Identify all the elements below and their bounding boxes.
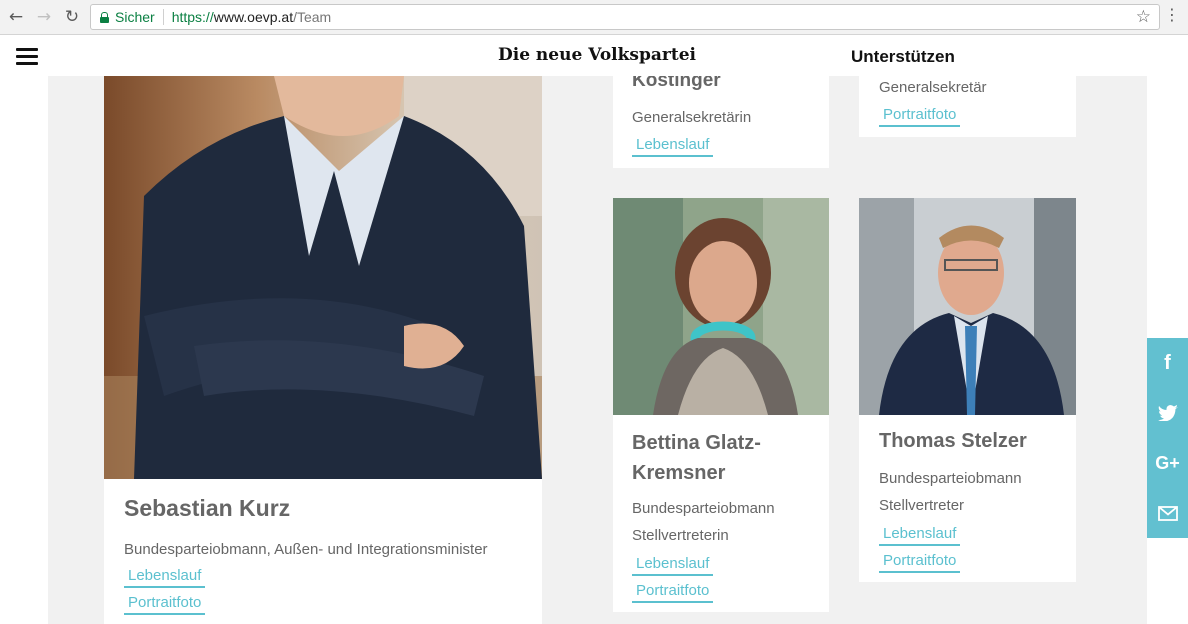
bookmark-star-icon[interactable]: ☆ (1136, 7, 1151, 27)
facebook-icon[interactable]: f (1147, 338, 1188, 388)
share-bar: f G+ (1147, 338, 1188, 538)
portrait-photo-stelzer (859, 198, 1076, 415)
member-name-line1: Bettina Glatz- (632, 432, 761, 454)
url-scheme: https:// (171, 9, 214, 25)
member-name: Sebastian Kurz (124, 495, 291, 521)
twitter-icon[interactable] (1147, 388, 1188, 438)
member-name-line2: Kremsner (632, 462, 726, 484)
member-name: Bettina Glatz- Kremsner (632, 428, 761, 488)
portrait-photo-link[interactable]: Portraitfoto (879, 551, 961, 573)
google-plus-icon[interactable]: G+ (1147, 438, 1188, 488)
browser-menu-icon[interactable]: ⋮ (1164, 7, 1180, 23)
reload-button[interactable]: ↻ (61, 6, 83, 28)
url-host: www.oevp.at (213, 9, 294, 25)
member-role-line1: Bundesparteiobmann (879, 470, 1022, 487)
url-path: /Team (293, 9, 332, 25)
site-header: Die neue Volkspartei Unterstützen (0, 36, 1188, 76)
member-role: Bundesparteiobmann Stellvertreter (879, 465, 1022, 519)
mail-icon[interactable] (1147, 488, 1188, 538)
member-role: Generalsekretär (879, 79, 987, 96)
lock-icon (100, 11, 109, 23)
forward-button[interactable]: → (33, 6, 55, 28)
member-role-line1: Bundesparteiobmann (632, 500, 775, 517)
portrait-photo-glatz-kremsner (613, 198, 829, 415)
team-card-koestinger: Köstinger Generalsekretärin Lebenslauf (613, 70, 829, 168)
member-role: Bundesparteiobmann, Außen- und Integrati… (124, 541, 488, 558)
support-link[interactable]: Unterstützen (851, 47, 955, 67)
portrait-photo-link[interactable]: Portraitfoto (632, 581, 714, 603)
site-brand[interactable]: Die neue Volkspartei (498, 45, 696, 65)
portrait-photo-link[interactable]: Portraitfoto (879, 105, 961, 127)
hamburger-menu-icon[interactable] (16, 48, 38, 65)
member-role: Generalsekretärin (632, 109, 752, 126)
team-card-glatz-kremsner: Bettina Glatz- Kremsner Bundesparteiobma… (613, 198, 829, 612)
cv-link[interactable]: Lebenslauf (632, 135, 714, 157)
portrait-photo-link[interactable]: Portraitfoto (124, 593, 206, 615)
team-card-stelzer: Thomas Stelzer Bundesparteiobmann Stellv… (859, 198, 1076, 582)
team-card-kurz: Sebastian Kurz Bundesparteiobmann, Außen… (104, 76, 542, 624)
member-role: Bundesparteiobmann Stellvertreterin (632, 495, 775, 549)
portrait-photo-kurz (104, 76, 542, 479)
member-role-line2: Stellvertreter (879, 497, 965, 514)
member-role-line2: Stellvertreterin (632, 527, 729, 544)
back-button[interactable]: ← (5, 6, 27, 28)
separator (162, 9, 164, 25)
team-card-generalsekretaer: Generalsekretär Portraitfoto (859, 76, 1076, 137)
cv-link[interactable]: Lebenslauf (632, 554, 714, 576)
address-bar[interactable]: Sicher https:// www.oevp.at /Team ☆ (90, 4, 1160, 30)
secure-label: Sicher (115, 9, 155, 25)
member-name: Thomas Stelzer (879, 430, 1027, 452)
browser-toolbar: ← → ↻ Sicher https:// www.oevp.at /Team … (0, 0, 1188, 35)
cv-link[interactable]: Lebenslauf (124, 566, 206, 588)
cv-link[interactable]: Lebenslauf (879, 524, 961, 546)
